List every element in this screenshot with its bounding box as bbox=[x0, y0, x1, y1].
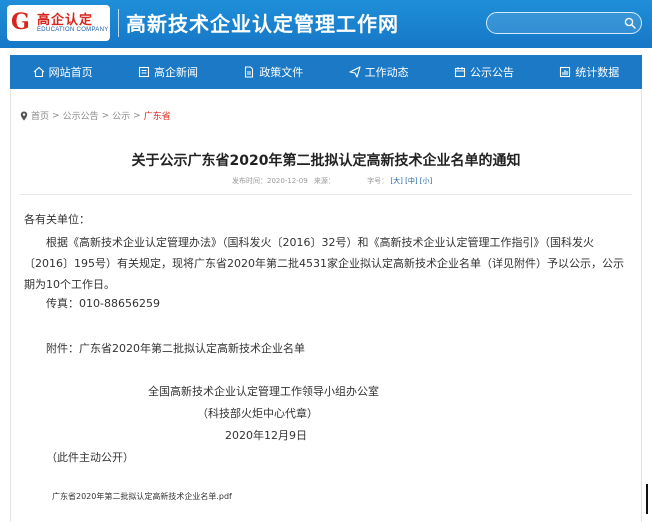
article-meta: 发布时间：2020-12-09 来源： 字号： [大] [中] [小] bbox=[232, 176, 432, 186]
logo-text: 高企认定 bbox=[37, 13, 94, 28]
send-icon bbox=[349, 66, 361, 78]
breadcrumb: 首页 > 公示公告 > 公示 > 广东省 bbox=[20, 109, 171, 122]
breadcrumb-separator: > bbox=[133, 110, 141, 121]
breadcrumb-separator: > bbox=[52, 110, 60, 121]
nav-item-label: 公示公告 bbox=[469, 66, 514, 79]
breadcrumb-current[interactable]: 广东省 bbox=[144, 109, 171, 122]
nav-item-label: 工作动态 bbox=[364, 66, 409, 79]
site-logo[interactable]: G 高企认定 EDUCATION COMPANY bbox=[7, 5, 110, 41]
article-title: 关于公示广东省2020年第二批拟认定高新技术企业名单的通知 bbox=[131, 153, 521, 169]
nav-item-label: 政策文件 bbox=[259, 66, 304, 79]
logo-subtext: EDUCATION COMPANY bbox=[37, 27, 109, 33]
chart-icon bbox=[560, 66, 571, 78]
attachment-line: 附件：广东省2020年第二批拟认定高新技术企业名单 bbox=[46, 342, 305, 355]
nav-item-policy[interactable]: 政策文件 bbox=[221, 55, 326, 89]
header-divider bbox=[118, 9, 119, 37]
nav-item-announcement[interactable]: 公示公告 bbox=[431, 55, 536, 89]
breadcrumb-home[interactable]: 首页 bbox=[31, 109, 49, 122]
publish-label: 发布时间： bbox=[232, 177, 267, 185]
nav-item-label: 网站首页 bbox=[48, 66, 93, 79]
search-icon[interactable] bbox=[624, 17, 636, 29]
logo-mark-icon: G bbox=[11, 9, 30, 35]
search-input[interactable] bbox=[486, 12, 642, 34]
nav-item-news[interactable]: 高企新闻 bbox=[115, 55, 220, 89]
salutation: 各有关单位： bbox=[24, 213, 90, 226]
signature-date: 2020年12月9日 bbox=[225, 429, 307, 442]
font-size-label: 字号： bbox=[367, 177, 389, 185]
nav-item-label: 统计数据 bbox=[575, 66, 620, 79]
font-size-small[interactable]: [小] bbox=[420, 177, 432, 185]
announcement-icon bbox=[454, 67, 466, 78]
signature-org: 全国高新技术企业认定管理工作领导小组办公室 bbox=[148, 385, 379, 398]
article-paragraph: 根据《高新技术企业认定管理办法》（国科发火〔2016〕32号）和《高新技术企业认… bbox=[24, 236, 624, 291]
disclosure-note: （此件主动公开） bbox=[46, 451, 134, 464]
breadcrumb-separator: > bbox=[101, 110, 110, 121]
publish-date: 2020-12-09 bbox=[267, 177, 308, 185]
nav-item-home[interactable]: 网站首页 bbox=[10, 55, 115, 89]
nav-item-dynamics[interactable]: 工作动态 bbox=[326, 55, 431, 89]
nav-item-label: 高企新闻 bbox=[153, 66, 198, 79]
news-icon bbox=[138, 66, 150, 78]
home-icon bbox=[33, 66, 45, 78]
meta-divider bbox=[20, 194, 632, 195]
main-nav: 网站首页 高企新闻 政策文件 工作动态 公示公告 统计数据 bbox=[10, 55, 642, 89]
attachment-file-link[interactable]: 广东省2020年第二批拟认定高新技术企业名单.pdf bbox=[52, 491, 232, 502]
font-size-large[interactable]: [大] bbox=[390, 177, 402, 185]
fax-line: 传真：010-88656259 bbox=[46, 297, 160, 310]
breadcrumb-announcement[interactable]: 公示公告 bbox=[63, 109, 99, 122]
breadcrumb-public[interactable]: 公示 bbox=[112, 109, 130, 122]
source-label: 来源： bbox=[313, 177, 335, 185]
text-cursor bbox=[646, 484, 648, 514]
nav-item-statistics[interactable]: 统计数据 bbox=[537, 55, 642, 89]
location-pin-icon bbox=[20, 111, 28, 120]
site-title: 高新技术企业认定管理工作网 bbox=[126, 12, 399, 36]
signature-seal: （科技部火炬中心代章） bbox=[197, 407, 318, 420]
document-icon bbox=[245, 66, 254, 78]
font-size-medium[interactable]: [中] bbox=[405, 177, 417, 185]
site-header: G 高企认定 EDUCATION COMPANY 高新技术企业认定管理工作网 bbox=[0, 0, 652, 48]
